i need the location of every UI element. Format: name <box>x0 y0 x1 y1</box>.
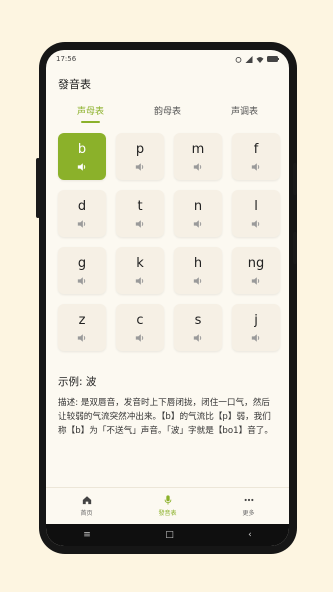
card-letter: c <box>136 313 144 328</box>
card-letter: s <box>194 313 202 328</box>
power-button <box>36 158 40 218</box>
initial-card-t[interactable]: t <box>116 190 164 237</box>
initial-card-ng[interactable]: ng <box>232 247 280 294</box>
menu-icon[interactable]: ≡ <box>83 530 91 540</box>
status-bar: 17:56 <box>46 50 289 68</box>
initial-card-h[interactable]: h <box>174 247 222 294</box>
card-letter: j <box>254 313 258 328</box>
battery-icon <box>267 56 279 62</box>
initial-card-b[interactable]: b <box>58 133 106 180</box>
speaker-icon[interactable] <box>193 333 203 343</box>
tab-initials[interactable]: 声母表 <box>71 100 110 123</box>
speaker-icon[interactable] <box>135 219 145 229</box>
card-letter: n <box>193 199 203 214</box>
nav-more-label: 更多 <box>242 510 255 517</box>
nav-home[interactable]: 首页 <box>57 495 117 517</box>
initial-card-s[interactable]: s <box>174 304 222 351</box>
more-icon <box>244 498 253 502</box>
speaker-icon[interactable] <box>193 276 203 286</box>
microphone-icon <box>164 495 171 505</box>
nav-pronunciation-label: 發音表 <box>158 510 177 517</box>
initial-card-g[interactable]: g <box>58 247 106 294</box>
speaker-icon[interactable] <box>77 219 87 229</box>
speaker-icon[interactable] <box>251 333 261 343</box>
nav-home-label: 首页 <box>80 510 93 517</box>
initial-card-n[interactable]: n <box>174 190 222 237</box>
card-letter: m <box>191 142 205 157</box>
card-letter: l <box>254 199 258 214</box>
status-icons <box>235 55 279 63</box>
speaker-icon[interactable] <box>251 219 261 229</box>
card-letter: h <box>193 256 203 271</box>
speaker-icon[interactable] <box>77 333 87 343</box>
page-title: 發音表 <box>58 78 91 91</box>
back-icon[interactable]: ‹ <box>248 530 252 540</box>
speaker-icon[interactable] <box>135 162 145 172</box>
card-letter: b <box>77 142 87 157</box>
speaker-icon[interactable] <box>77 162 87 172</box>
system-nav-bar: ≡ □ ‹ <box>46 524 289 546</box>
card-letter: t <box>137 199 143 214</box>
status-time: 17:56 <box>56 55 77 63</box>
alarm-icon <box>235 56 242 63</box>
speaker-icon[interactable] <box>135 276 145 286</box>
initial-card-c[interactable]: c <box>116 304 164 351</box>
example-heading: 示例: 波 <box>58 376 97 388</box>
card-letter: k <box>136 256 144 271</box>
initial-card-f[interactable]: f <box>232 133 280 180</box>
initial-card-z[interactable]: z <box>58 304 106 351</box>
card-letter: ng <box>247 256 265 271</box>
home-icon <box>82 496 91 505</box>
screen: 17:56 發音表 声母表 韵母表 声调表 b p m f d t n l g … <box>46 50 289 546</box>
nav-more[interactable]: 更多 <box>219 495 279 517</box>
card-letter: p <box>135 142 145 157</box>
initial-card-d[interactable]: d <box>58 190 106 237</box>
speaker-icon[interactable] <box>193 219 203 229</box>
speaker-icon[interactable] <box>251 276 261 286</box>
wifi-icon <box>256 56 264 63</box>
speaker-icon[interactable] <box>135 333 145 343</box>
signal-icon <box>245 55 253 63</box>
speaker-icon[interactable] <box>251 162 261 172</box>
speaker-icon[interactable] <box>193 162 203 172</box>
initials-grid: b p m f d t n l g k h ng z c s j <box>46 122 289 351</box>
tab-finals[interactable]: 韵母表 <box>148 100 187 121</box>
initial-card-l[interactable]: l <box>232 190 280 237</box>
card-letter: d <box>77 199 87 214</box>
tab-bar: 声母表 韵母表 声调表 <box>46 98 289 123</box>
nav-pronunciation[interactable]: 發音表 <box>138 495 198 517</box>
tab-tones[interactable]: 声调表 <box>225 100 264 121</box>
bottom-nav: 首页 發音表 更多 <box>46 487 289 524</box>
card-letter: g <box>77 256 87 271</box>
initial-card-k[interactable]: k <box>116 247 164 294</box>
initial-card-m[interactable]: m <box>174 133 222 180</box>
speaker-icon[interactable] <box>77 276 87 286</box>
volume-down-button <box>293 232 297 264</box>
card-letter: z <box>78 313 86 328</box>
home-square-icon[interactable]: □ <box>165 530 174 540</box>
initial-card-j[interactable]: j <box>232 304 280 351</box>
card-letter: f <box>253 142 259 157</box>
pronunciation-description: 描述: 是双唇音，发音时上下唇闭拢，闭住一口气，然后让较弱的气流突然冲出来。【b… <box>58 398 273 436</box>
volume-up-button <box>293 163 297 195</box>
initial-card-p[interactable]: p <box>116 133 164 180</box>
